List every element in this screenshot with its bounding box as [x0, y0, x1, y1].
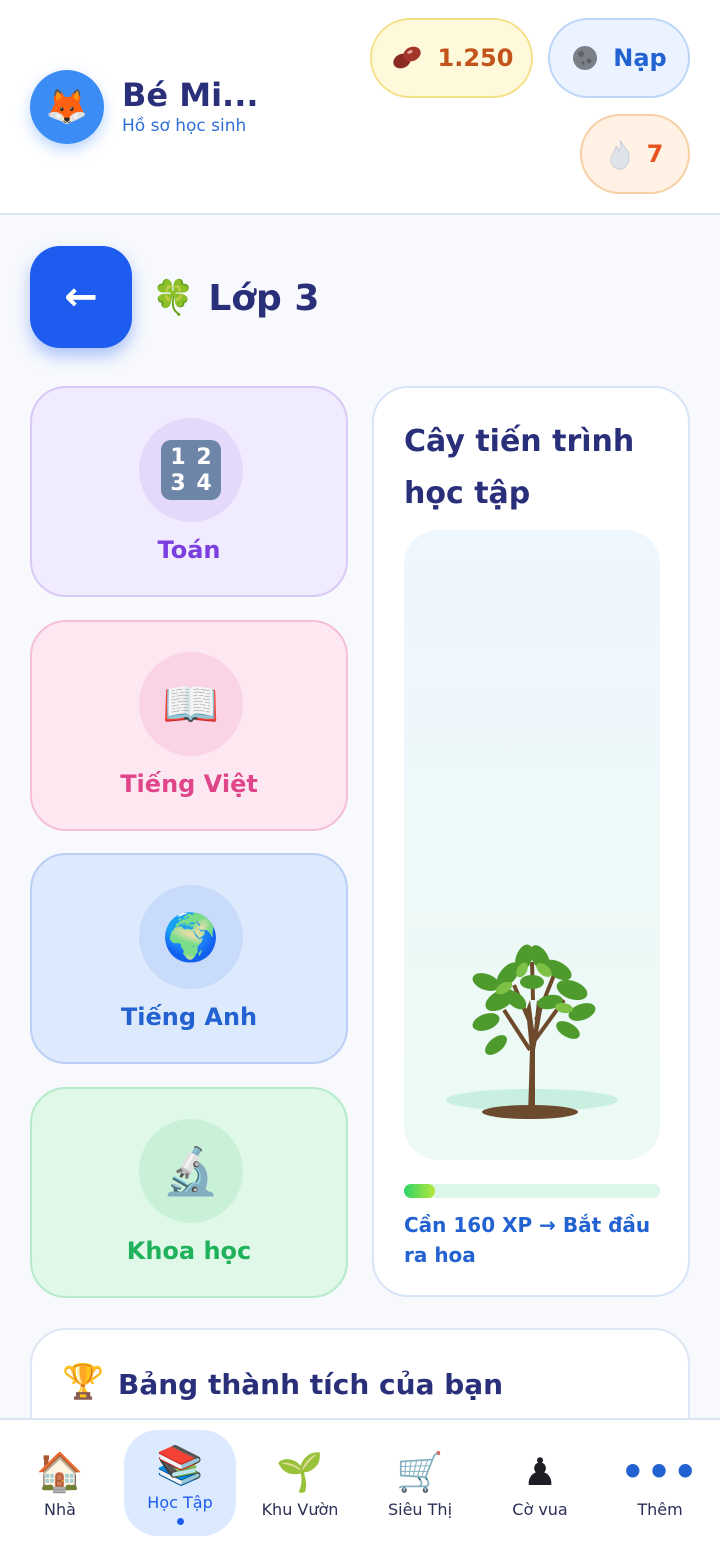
- fox-avatar-icon[interactable]: 🦊: [30, 70, 104, 144]
- subject-label-english: Tiếng Anh: [120, 1003, 258, 1031]
- sprout-icon: 🌱: [276, 1449, 324, 1494]
- tree-illustration: [404, 530, 660, 1160]
- nav-label-study: Học Tập: [147, 1493, 213, 1512]
- subject-label-vietnamese: Tiếng Việt: [120, 770, 258, 798]
- nav-item-home[interactable]: 🏠 Nhà: [4, 1430, 116, 1536]
- moon-coin-icon: [573, 46, 598, 70]
- nav-label-supermarket: Siêu Thị: [387, 1499, 453, 1519]
- subject-card-vietnamese[interactable]: 📖 Tiếng Việt: [30, 620, 348, 831]
- open-book-icon: 📖: [139, 652, 243, 756]
- profile-subtitle-link[interactable]: Hồ sơ học sinh: [122, 116, 246, 136]
- active-indicator-dot: [176, 1518, 184, 1525]
- more-dots-icon: •••: [620, 1449, 700, 1494]
- nav-item-more[interactable]: ••• Thêm: [604, 1430, 716, 1536]
- top-header: 🦊 Bé Mi... Hồ sơ học sinh 1.250 Nạp 7: [0, 0, 720, 215]
- subject-label-math: Toán: [157, 536, 221, 564]
- streak-value: 7: [646, 140, 664, 168]
- microscope-icon: 🔬: [139, 1119, 243, 1223]
- nav-label-more: Thêm: [637, 1499, 683, 1519]
- tree-card-title: Cây tiến trình học tập: [404, 424, 635, 511]
- numbers-icon: 1234: [139, 418, 243, 522]
- flame-icon: [610, 139, 630, 170]
- grade-title: Lớp 3: [208, 277, 320, 319]
- trophy-icon: 🏆: [62, 1362, 105, 1402]
- tree-progress-fill: [404, 1184, 435, 1198]
- subject-card-science[interactable]: 🔬 Khoa học: [30, 1087, 348, 1298]
- nav-label-home: Nhà: [44, 1499, 76, 1519]
- bean-icon: [392, 46, 421, 69]
- tree-progress-caption: Cần 160 XP → Bắt đầu ra hoa: [404, 1213, 651, 1267]
- beans-value: 1.250: [437, 44, 514, 72]
- profile-name[interactable]: Bé Mi...: [122, 76, 259, 114]
- subject-card-english[interactable]: 🌍 Tiếng Anh: [30, 853, 348, 1064]
- globe-icon: 🌍: [139, 885, 243, 989]
- tree-progress-bar: [404, 1184, 660, 1198]
- back-button[interactable]: ←: [30, 246, 132, 348]
- tree-icon: [446, 944, 618, 1119]
- topup-button[interactable]: Nạp: [548, 18, 690, 98]
- nav-label-garden: Khu Vườn: [261, 1499, 339, 1519]
- nav-item-garden[interactable]: 🌱 Khu Vườn: [244, 1430, 356, 1536]
- topup-label: Nạp: [613, 44, 667, 72]
- subject-card-math[interactable]: 1234 Toán: [30, 386, 348, 597]
- bottom-navigation: 🏠 Nhà 📚 Học Tập 🌱 Khu Vườn 🛒 Siêu Thị ♟ …: [0, 1418, 720, 1558]
- clover-icon: 🍀: [152, 278, 195, 318]
- grade-heading: 🍀 Lớp 3: [152, 276, 319, 320]
- streak-pill[interactable]: 7: [580, 114, 690, 194]
- achievements-title: Bảng thành tích của bạn: [118, 1368, 504, 1401]
- learning-tree-card[interactable]: Cây tiến trình học tập Cần 160 XP → Bắt …: [372, 386, 690, 1297]
- subject-label-science: Khoa học: [126, 1237, 252, 1265]
- nav-item-study[interactable]: 📚 Học Tập: [124, 1430, 236, 1536]
- books-icon: 📚: [156, 1443, 204, 1487]
- cart-icon: 🛒: [396, 1449, 444, 1494]
- nav-item-chess[interactable]: ♟ Cờ vua: [484, 1430, 596, 1536]
- beans-balance-pill[interactable]: 1.250: [370, 18, 533, 98]
- house-icon: 🏠: [36, 1449, 84, 1494]
- nav-item-supermarket[interactable]: 🛒 Siêu Thị: [364, 1430, 476, 1536]
- chess-pawn-icon: ♟: [522, 1449, 558, 1494]
- nav-label-chess: Cờ vua: [512, 1499, 568, 1519]
